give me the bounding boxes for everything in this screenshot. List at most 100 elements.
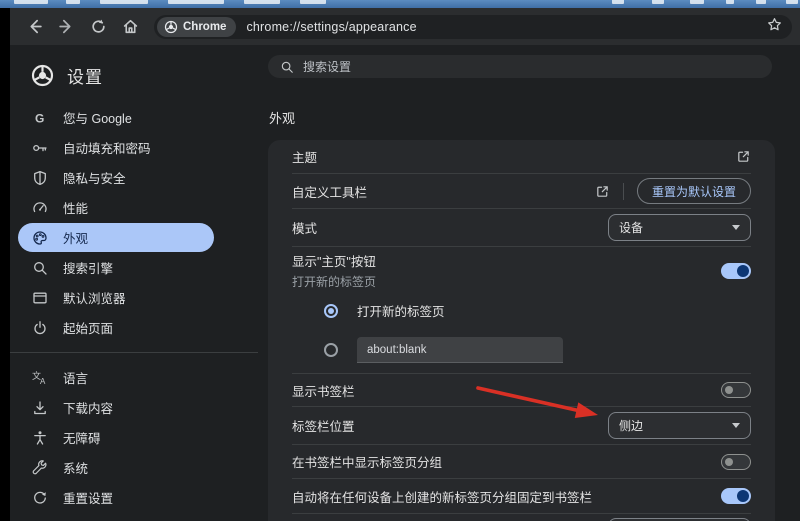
sidebar-item-label: 语言 (63, 368, 88, 387)
auto-pin-groups-label: 自动将在任何设备上创建的新标签页分组固定到书签栏 (292, 487, 592, 506)
url-text[interactable]: chrome://settings/appearance (246, 20, 416, 34)
sidebar-item-label: 搜索引擎 (63, 258, 113, 277)
browser-window-icon (31, 289, 48, 306)
show-bookmarks-bar-row: 显示书签栏 (292, 373, 751, 406)
accessibility-icon (31, 429, 48, 446)
sidebar-item-reset[interactable]: 重置设置 (18, 483, 214, 512)
reset-icon (31, 489, 48, 506)
show-bookmarks-bar-toggle[interactable] (721, 382, 751, 398)
chrome-logo-icon (31, 64, 54, 87)
theme-label: 主题 (292, 147, 317, 166)
sidebar-item-system[interactable]: 系统 (18, 453, 214, 482)
chrome-logo-icon (164, 20, 178, 34)
new-tab-radio-row[interactable]: 打开新的标签页 (292, 294, 751, 327)
home-button[interactable] (120, 17, 140, 37)
wrench-icon (31, 459, 48, 476)
show-home-button-toggle[interactable] (721, 263, 751, 279)
show-home-button-label: 显示"主页"按钮 (292, 251, 376, 270)
sidebar-item-languages[interactable]: 文A 语言 (18, 363, 214, 392)
sidebar-item-default-browser[interactable]: 默认浏览器 (18, 283, 214, 312)
custom-url-radio-row[interactable] (292, 327, 751, 373)
section-title: 外观 (269, 108, 800, 127)
sidebar-item-appearance[interactable]: 外观 (18, 223, 214, 252)
key-icon (31, 139, 48, 156)
theme-row[interactable]: 主题 (292, 140, 751, 173)
tab-groups-in-bar-label: 在书签栏中显示标签页分组 (292, 452, 442, 471)
shield-icon (31, 169, 48, 186)
translate-icon: 文A (31, 369, 48, 386)
settings-sidebar: 设置 G 您与 Google 自动填充和密码 (10, 45, 258, 521)
sidebar-item-label: 默认浏览器 (63, 288, 126, 307)
menubar-status-icon (756, 0, 766, 4)
mode-label: 模式 (292, 218, 317, 237)
tab-groups-in-bar-toggle[interactable] (721, 454, 751, 470)
sidebar-divider (10, 352, 258, 353)
sidebar-item-search-engine[interactable]: 搜索引擎 (18, 253, 214, 282)
sidebar-item-you-and-google[interactable]: G 您与 Google (18, 103, 214, 132)
menubar-status-icon (652, 0, 664, 4)
chevron-down-icon (732, 423, 740, 428)
chrome-badge: Chrome (157, 17, 236, 37)
menubar-status-icon (612, 0, 624, 4)
radio-selected-icon[interactable] (324, 304, 338, 318)
tab-groups-in-bar-row: 在书签栏中显示标签页分组 (292, 444, 751, 478)
browser-window: Chrome chrome://settings/appearance (10, 8, 800, 521)
chevron-down-icon (732, 225, 740, 230)
sidebar-item-privacy[interactable]: 隐私与安全 (18, 163, 214, 192)
sidebar-item-downloads[interactable]: 下载内容 (18, 393, 214, 422)
browser-toolbar: Chrome chrome://settings/appearance (10, 8, 800, 45)
menubar-fragment (100, 0, 148, 4)
mode-row: 模式 设备 (292, 208, 751, 246)
sidebar-item-label: 性能 (63, 198, 88, 217)
sidebar-item-accessibility[interactable]: 无障碍 (18, 423, 214, 452)
sidebar-item-label: 自动填充和密码 (63, 138, 151, 157)
tabstrip-position-row: 标签栏位置 侧边 (292, 406, 751, 444)
svg-text:G: G (35, 111, 44, 125)
menubar-fragment (300, 0, 326, 4)
download-icon (31, 399, 48, 416)
speedometer-icon (31, 199, 48, 216)
sidebar-item-label: 起始页面 (63, 318, 113, 337)
customize-toolbar-row[interactable]: 自定义工具栏 重置为默认设置 (292, 173, 751, 208)
palette-icon (31, 229, 48, 246)
power-icon (31, 319, 48, 336)
google-g-icon: G (31, 109, 48, 126)
address-bar[interactable]: Chrome chrome://settings/appearance (154, 15, 792, 39)
menubar-fragment (14, 0, 48, 4)
back-icon (31, 21, 41, 33)
back-button[interactable] (24, 17, 44, 37)
mode-select[interactable]: 设备 (608, 214, 751, 241)
settings-header: 设置 (10, 59, 258, 91)
sidebar-item-autofill[interactable]: 自动填充和密码 (18, 133, 214, 162)
external-link-icon (736, 149, 751, 164)
sidebar-item-label: 无障碍 (63, 428, 101, 447)
show-home-button-row: 显示"主页"按钮 打开新的标签页 (292, 246, 751, 294)
sidebar-item-label: 您与 Google (63, 108, 132, 127)
auto-pin-groups-toggle[interactable] (721, 488, 751, 504)
homepage-url-input[interactable] (357, 337, 563, 363)
reset-to-default-button[interactable]: 重置为默认设置 (637, 178, 751, 204)
screen: Chrome chrome://settings/appearance (0, 0, 800, 521)
bookmark-star-button[interactable] (767, 17, 782, 37)
mode-select-value: 设备 (619, 219, 643, 236)
partial-row (292, 513, 751, 521)
tabstrip-position-value: 侧边 (619, 417, 643, 434)
page-title: 设置 (67, 63, 103, 88)
forward-button[interactable] (56, 17, 76, 37)
sidebar-item-performance[interactable]: 性能 (18, 193, 214, 222)
search-placeholder: 搜索设置 (303, 58, 351, 75)
forward-icon (60, 21, 70, 33)
chrome-badge-label: Chrome (183, 21, 226, 33)
sidebar-item-on-startup[interactable]: 起始页面 (18, 313, 214, 342)
sidebar-item-label: 隐私与安全 (63, 168, 126, 187)
star-icon (769, 18, 781, 29)
settings-search[interactable]: 搜索设置 (268, 55, 772, 78)
show-bookmarks-bar-label: 显示书签栏 (292, 381, 355, 400)
reload-button[interactable] (88, 17, 108, 37)
customize-toolbar-label: 自定义工具栏 (292, 182, 367, 201)
sidebar-item-label: 外观 (63, 228, 88, 247)
menubar-status-icon (690, 0, 704, 4)
menubar-fragment (66, 0, 80, 4)
tabstrip-position-select[interactable]: 侧边 (608, 412, 751, 439)
radio-unselected-icon[interactable] (324, 343, 338, 357)
